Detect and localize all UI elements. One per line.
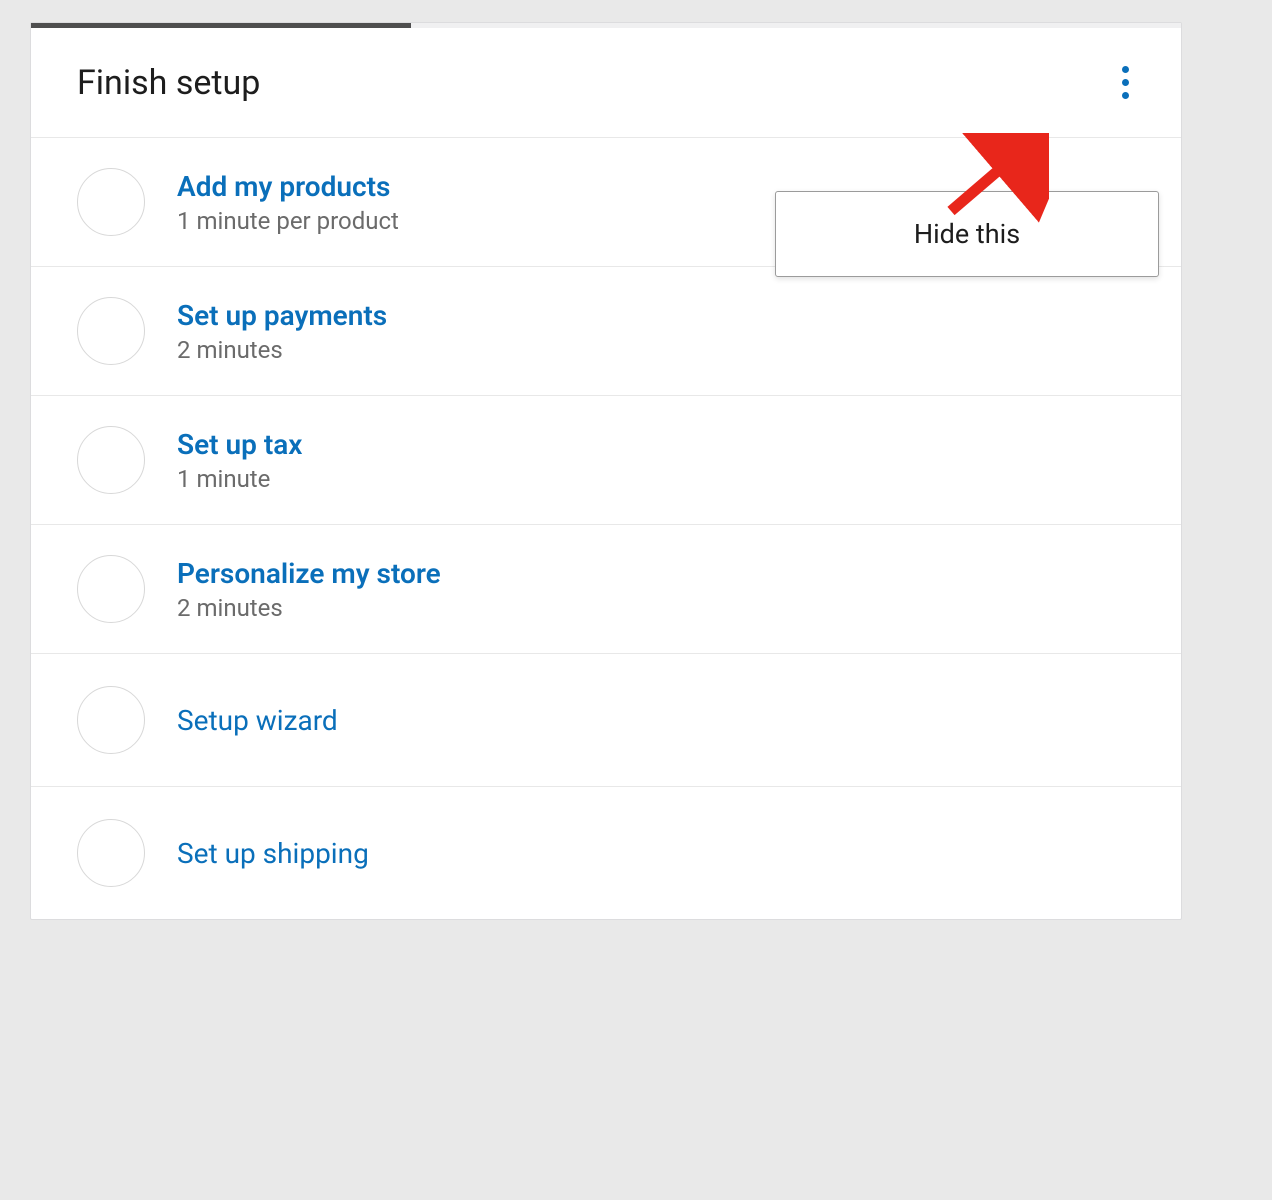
hide-this-option[interactable]: Hide this bbox=[776, 192, 1158, 276]
task-time: 2 minutes bbox=[177, 336, 387, 364]
kebab-icon bbox=[1122, 66, 1129, 73]
task-setup-shipping[interactable]: Set up shipping bbox=[31, 787, 1181, 919]
task-status-circle bbox=[77, 819, 145, 887]
task-setup-wizard[interactable]: Setup wizard bbox=[31, 654, 1181, 787]
task-text: Personalize my store 2 minutes bbox=[177, 557, 441, 622]
task-status-circle bbox=[77, 426, 145, 494]
more-options-button[interactable] bbox=[1114, 58, 1137, 107]
task-text: Add my products 1 minute per product bbox=[177, 170, 399, 235]
task-setup-payments[interactable]: Set up payments 2 minutes bbox=[31, 267, 1181, 396]
task-status-circle bbox=[77, 555, 145, 623]
panel-header: Finish setup bbox=[31, 28, 1181, 138]
task-title: Add my products bbox=[177, 170, 399, 203]
task-text: Set up shipping bbox=[177, 837, 369, 870]
kebab-icon bbox=[1122, 79, 1129, 86]
task-title: Set up payments bbox=[177, 299, 387, 332]
task-time: 2 minutes bbox=[177, 594, 441, 622]
task-setup-tax[interactable]: Set up tax 1 minute bbox=[31, 396, 1181, 525]
task-title: Set up tax bbox=[177, 428, 302, 461]
task-time: 1 minute bbox=[177, 465, 302, 493]
task-title: Set up shipping bbox=[177, 837, 369, 870]
task-personalize-store[interactable]: Personalize my store 2 minutes bbox=[31, 525, 1181, 654]
task-title: Personalize my store bbox=[177, 557, 441, 590]
kebab-icon bbox=[1122, 92, 1129, 99]
options-dropdown: Hide this bbox=[775, 191, 1159, 277]
task-title: Setup wizard bbox=[177, 704, 338, 737]
task-time: 1 minute per product bbox=[177, 207, 399, 235]
task-status-circle bbox=[77, 168, 145, 236]
task-text: Setup wizard bbox=[177, 704, 338, 737]
task-text: Set up payments 2 minutes bbox=[177, 299, 387, 364]
finish-setup-panel: Finish setup Add my products 1 minute pe… bbox=[30, 22, 1182, 920]
page-title: Finish setup bbox=[77, 63, 260, 103]
task-status-circle bbox=[77, 297, 145, 365]
task-text: Set up tax 1 minute bbox=[177, 428, 302, 493]
task-status-circle bbox=[77, 686, 145, 754]
